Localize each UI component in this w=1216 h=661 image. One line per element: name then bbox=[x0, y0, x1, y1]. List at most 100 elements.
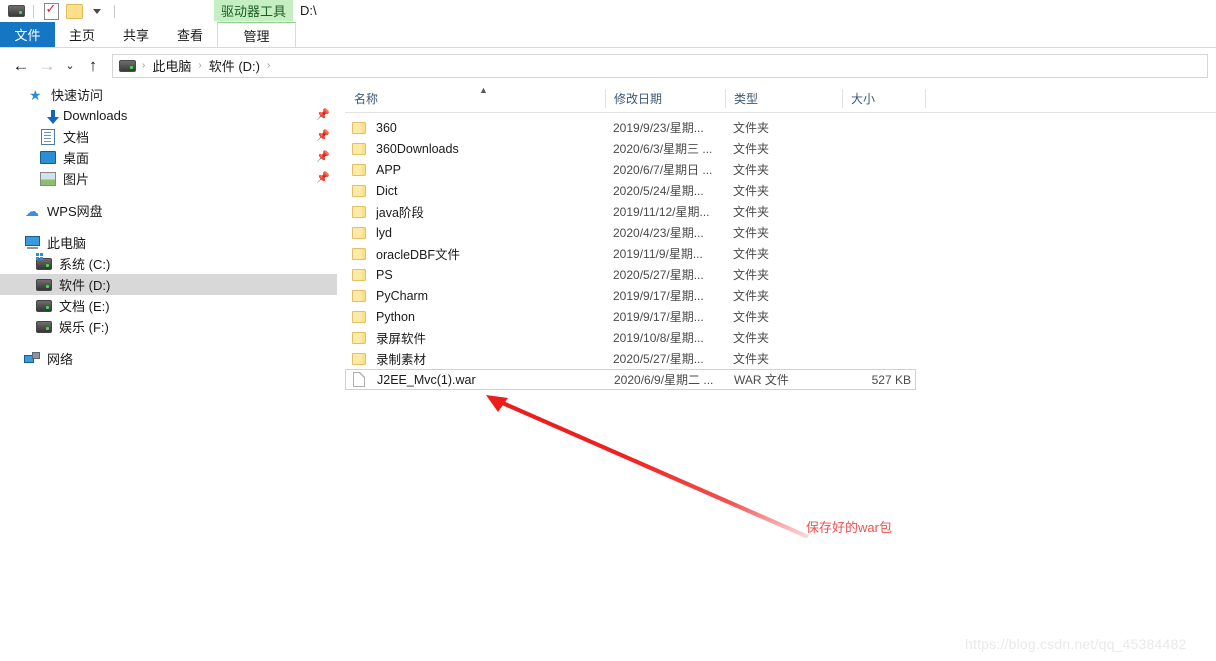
pin-icon[interactable]: 📌 bbox=[316, 131, 330, 142]
cell-name: APP bbox=[376, 162, 402, 177]
folder-icon bbox=[352, 225, 368, 241]
table-row[interactable]: PyCharm 2019/9/17/星期... 文件夹 bbox=[345, 285, 916, 306]
sidebar-item-drive-c[interactable]: 系统 (C:) bbox=[0, 252, 337, 274]
cell-type: 文件夹 bbox=[733, 184, 770, 198]
cell-type: 文件夹 bbox=[733, 205, 770, 219]
recent-locations-button[interactable]: ⌄ bbox=[60, 53, 80, 79]
sidebar-item-label: 快速访问 bbox=[51, 88, 104, 103]
cell-date: 2020/5/27/星期... bbox=[613, 268, 704, 282]
tab-view[interactable]: 查看 bbox=[163, 22, 217, 47]
table-row-selected[interactable]: J2EE_Mvc(1).war 2020/6/9/星期二 ... WAR 文件 … bbox=[345, 369, 916, 390]
back-button[interactable]: ← bbox=[8, 53, 34, 79]
table-row[interactable]: PS 2020/5/27/星期... 文件夹 bbox=[345, 264, 916, 285]
pin-icon[interactable]: 📌 bbox=[316, 173, 330, 184]
sidebar-item-label: 图片 bbox=[63, 172, 90, 187]
pin-icon[interactable]: 📌 bbox=[316, 152, 330, 163]
cell-name: J2EE_Mvc(1).war bbox=[377, 372, 476, 387]
column-header-type[interactable]: 类型 bbox=[725, 85, 842, 112]
cell-name: java阶段 bbox=[376, 206, 424, 220]
sidebar-item-label: 系统 (C:) bbox=[59, 257, 111, 272]
file-list-pane[interactable]: 名称 ▲ 修改日期 类型 大小 360 2019/9/23/星期... 文件夹 … bbox=[337, 84, 1216, 661]
tab-file[interactable]: 文件 bbox=[0, 22, 55, 47]
sidebar-item-network[interactable]: 网络 bbox=[0, 348, 337, 369]
table-row[interactable]: java阶段 2019/11/12/星期... 文件夹 bbox=[345, 201, 916, 222]
cell-type: 文件夹 bbox=[733, 352, 770, 366]
sidebar-item-downloads[interactable]: Downloads 📌 bbox=[0, 105, 337, 126]
tab-share[interactable]: 共享 bbox=[109, 22, 163, 47]
window-title: D:\ bbox=[300, 3, 317, 18]
sidebar-item-pictures[interactable]: 图片 📌 bbox=[0, 168, 337, 189]
folder-icon bbox=[352, 309, 368, 325]
breadcrumb-separator[interactable]: › bbox=[262, 60, 275, 71]
breadcrumb-separator[interactable]: › bbox=[137, 60, 150, 71]
sidebar-item-label: 此电脑 bbox=[47, 236, 87, 251]
sidebar-item-this-pc[interactable]: 此电脑 bbox=[0, 232, 337, 253]
sidebar-item-drive-d[interactable]: 软件 (D:) bbox=[0, 274, 337, 295]
qat-separator-1 bbox=[33, 4, 34, 18]
sidebar-item-drive-f[interactable]: 娱乐 (F:) bbox=[0, 316, 337, 337]
column-header-date-modified[interactable]: 修改日期 bbox=[605, 85, 725, 112]
pin-icon[interactable]: 📌 bbox=[316, 110, 330, 121]
table-row[interactable]: 360 2019/9/23/星期... 文件夹 bbox=[345, 117, 916, 138]
cell-name: PyCharm bbox=[376, 288, 429, 303]
column-divider[interactable] bbox=[925, 89, 926, 108]
table-row[interactable]: Dict 2020/5/24/星期... 文件夹 bbox=[345, 180, 916, 201]
desktop-icon bbox=[40, 150, 56, 166]
chevron-down-icon bbox=[93, 8, 101, 14]
table-row[interactable]: lyd 2020/4/23/星期... 文件夹 bbox=[345, 222, 916, 243]
table-row[interactable]: 360Downloads 2020/6/3/星期三 ... 文件夹 bbox=[345, 138, 916, 159]
column-header-name[interactable]: 名称 ▲ bbox=[345, 85, 605, 112]
column-header-label: 名称 bbox=[354, 92, 379, 106]
column-header-size[interactable]: 大小 bbox=[842, 85, 925, 112]
table-row[interactable]: 录屏软件 2019/10/8/星期... 文件夹 bbox=[345, 327, 916, 348]
table-row[interactable]: oracleDBF文件 2019/11/9/星期... 文件夹 bbox=[345, 243, 916, 264]
folder-icon bbox=[352, 162, 368, 178]
navigation-pane[interactable]: ★ 快速访问 Downloads 📌 文档 📌 桌面 📌 图片 📌 ☁ WPS网… bbox=[0, 84, 337, 661]
cell-date: 2019/9/23/星期... bbox=[613, 121, 704, 135]
tab-home[interactable]: 主页 bbox=[55, 22, 109, 47]
qat-properties-button[interactable] bbox=[41, 1, 61, 21]
cell-type: 文件夹 bbox=[733, 163, 770, 177]
breadcrumb-this-pc[interactable]: 此电脑 bbox=[150, 56, 193, 75]
breadcrumb-drive-d[interactable]: 软件 (D:) bbox=[207, 56, 262, 75]
properties-icon bbox=[43, 1, 59, 20]
up-button[interactable]: ↑ bbox=[80, 53, 106, 79]
table-row[interactable]: APP 2020/6/7/星期日 ... 文件夹 bbox=[345, 159, 916, 180]
sidebar-item-documents[interactable]: 文档 📌 bbox=[0, 126, 337, 147]
qat-customize-button[interactable] bbox=[87, 1, 107, 21]
folder-icon bbox=[352, 204, 368, 220]
sidebar-item-wps-cloud[interactable]: ☁ WPS网盘 bbox=[0, 200, 337, 221]
sidebar-item-desktop[interactable]: 桌面 📌 bbox=[0, 147, 337, 168]
table-row[interactable]: 录制素材 2020/5/27/星期... 文件夹 bbox=[345, 348, 916, 369]
qat-new-folder-button[interactable] bbox=[64, 1, 84, 21]
folder-icon bbox=[352, 120, 368, 136]
sidebar-item-label: 文档 bbox=[63, 130, 90, 145]
address-bar[interactable]: › 此电脑 › 软件 (D:) › bbox=[112, 53, 1208, 78]
system-drive-icon bbox=[36, 252, 52, 272]
cell-type: 文件夹 bbox=[733, 289, 770, 303]
table-row[interactable]: Python 2019/9/17/星期... 文件夹 bbox=[345, 306, 916, 327]
drive-icon bbox=[36, 319, 52, 335]
sidebar-item-label: 桌面 bbox=[63, 151, 90, 166]
cell-name: 360Downloads bbox=[376, 141, 459, 156]
annotation-label: 保存好的war包 bbox=[806, 520, 892, 535]
sidebar-item-quick-access[interactable]: ★ 快速访问 bbox=[0, 84, 337, 105]
cell-type: 文件夹 bbox=[733, 226, 770, 240]
folder-icon bbox=[352, 267, 368, 283]
documents-icon bbox=[40, 128, 56, 145]
cell-date: 2019/9/17/星期... bbox=[613, 289, 704, 303]
cell-name: oracleDBF文件 bbox=[376, 248, 461, 262]
cell-date: 2020/5/27/星期... bbox=[613, 352, 704, 366]
drive-icon bbox=[7, 5, 25, 17]
column-header-row: 名称 ▲ 修改日期 类型 大小 bbox=[345, 85, 1216, 113]
qat-drive-button[interactable] bbox=[6, 1, 26, 21]
tab-manage[interactable]: 管理 bbox=[217, 22, 297, 47]
cell-name: lyd bbox=[376, 225, 392, 240]
cell-date: 2020/6/7/星期日 ... bbox=[613, 163, 713, 177]
cell-type: 文件夹 bbox=[733, 247, 770, 261]
breadcrumb-separator[interactable]: › bbox=[193, 60, 206, 71]
quick-access-star-icon: ★ bbox=[29, 86, 42, 103]
forward-button[interactable]: → bbox=[34, 53, 60, 79]
sidebar-item-label: Downloads bbox=[63, 108, 128, 123]
sidebar-item-drive-e[interactable]: 文档 (E:) bbox=[0, 295, 337, 316]
